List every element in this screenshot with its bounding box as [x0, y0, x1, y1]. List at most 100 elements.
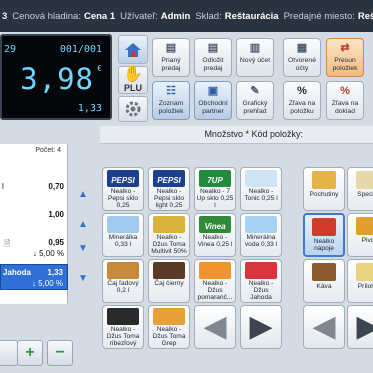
function-button[interactable]: ⇄ Presun položiek [326, 38, 364, 77]
function-button[interactable]: ☷ Zoznam položiek [152, 81, 190, 120]
percent-icon: % [297, 85, 307, 97]
receipt-row[interactable]: 🗎 0,95 ↓ 5,00 % [0, 238, 68, 262]
product-tile[interactable]: Minerálna voda 0,33 l [240, 213, 282, 257]
product-label: Nealko - [248, 188, 274, 195]
product-label: Nealko - [110, 188, 136, 195]
home-icon [125, 42, 141, 57]
product-tile[interactable]: Vinea Nealko - Vinea 0,25 l [194, 213, 236, 257]
product-prev-button[interactable]: ◀ [194, 305, 236, 349]
display-last-price: 1,33 [77, 103, 102, 114]
user-label: Užívateľ: [120, 10, 158, 22]
scroll-top-icon[interactable]: ▲ [76, 190, 90, 200]
function-button[interactable]: ▥ Nový účet [236, 38, 274, 77]
product-label: Čaj čierny [154, 280, 184, 287]
product-tile[interactable]: Nealko - Tonic 0,25 l [240, 167, 282, 211]
category-tile[interactable]: Pivo [347, 213, 373, 257]
function-label: Zoznam [158, 100, 184, 107]
plu-button[interactable]: ✋ PLU [118, 66, 148, 94]
receipt-row-discount: ↓ 5,00 % [31, 279, 63, 288]
function-button[interactable]: ▣ Obchodní partner [194, 81, 232, 120]
scroll-up-icon[interactable]: ▲ [76, 220, 90, 230]
product-label: voda 0,33 l [244, 241, 278, 248]
function-label: položku [290, 107, 314, 115]
product-image [107, 262, 139, 279]
product-label: Nealko - [202, 234, 228, 241]
product-image [245, 170, 277, 187]
increase-quantity-button[interactable]: + [17, 340, 43, 366]
product-label: Nealko - [156, 188, 182, 195]
product-image [153, 216, 185, 233]
product-label: 0,2 l [116, 287, 130, 294]
category-prev-button[interactable]: ◀ [303, 305, 345, 349]
category-label: Pochutiny [309, 191, 339, 198]
product-brand: Vinea [204, 222, 226, 231]
product-tile[interactable]: PEPSI Nealko - Pepsi sklo 0,25 [102, 167, 144, 211]
category-tile[interactable]: Káva [303, 259, 345, 303]
arrow-right-icon: ▶ [356, 310, 373, 343]
product-image: PEPSI [107, 170, 139, 187]
product-label: Džus Toma [106, 333, 140, 340]
product-label: Multivit 50% [151, 248, 187, 255]
user-value: Admin [160, 10, 191, 22]
category-tile[interactable]: Nealko nápoje [303, 213, 345, 257]
product-tile[interactable]: Nealko - Džus Jahoda [240, 259, 282, 303]
receipt-row[interactable]: 1,00 [0, 210, 68, 228]
function-label: doklad [334, 107, 356, 115]
settings-button[interactable] [118, 96, 148, 122]
product-tile[interactable]: 7UP Nealko - 7 Up sklo 0,25 l [194, 167, 236, 211]
product-label: Nealko - [156, 326, 182, 333]
function-button[interactable]: % Zľava na doklad [326, 81, 364, 120]
product-tile[interactable]: PEPSI Nealko - Pepsi sklo light 0,25 [148, 167, 190, 211]
function-label: Nový účet [239, 57, 271, 64]
function-button[interactable]: ▦ Otvorené účty [283, 38, 321, 77]
display-currency: € [97, 64, 102, 73]
warehouse-label: Sklad: [195, 10, 222, 22]
receipt-scrollbar[interactable]: ▲ ▲ ▼ ▼ [70, 144, 98, 304]
product-tile[interactable]: Nealko - Džus pomaranč... [194, 259, 236, 303]
product-next-button[interactable]: ▶ [240, 305, 282, 349]
product-tile[interactable]: Minerálka 0,33 l [102, 213, 144, 257]
receipt-row[interactable]: l 0,70 [0, 182, 68, 200]
category-image [312, 218, 336, 236]
product-brand: PEPSI [157, 176, 181, 185]
item-action-button[interactable] [0, 340, 18, 366]
product-label: Tonic 0,25 l [244, 195, 278, 202]
home-button[interactable] [118, 35, 148, 64]
function-button[interactable]: ▤ Prianý predaj [152, 38, 190, 77]
product-tile[interactable]: Nealko - Džus Toma Grep [148, 305, 190, 349]
product-label: Jahoda [250, 294, 272, 301]
price-level-value: Cena 1 [83, 10, 116, 22]
product-label: Nealko - [248, 280, 274, 287]
decrease-quantity-button[interactable]: − [47, 340, 73, 366]
product-image [153, 262, 185, 279]
product-label: pomaranč... [197, 294, 233, 301]
category-next-button[interactable]: ▶ [347, 305, 373, 349]
function-label: Zľava na [331, 100, 359, 107]
function-label: Prianý [161, 57, 181, 64]
move-items-icon: ⇄ [340, 42, 350, 54]
product-tile[interactable]: Čaj ľadový 0,2 l [102, 259, 144, 303]
category-tile[interactable]: Pochutiny [303, 167, 345, 211]
sales-point-label: Predajné miesto: [283, 10, 355, 22]
product-label: Up sklo 0,25 [196, 195, 234, 202]
category-label: Prílohy [357, 283, 373, 290]
pos-window: 3 Cenová hladina: Cena 1 Užívateľ: Admin… [0, 0, 373, 373]
scroll-bottom-icon[interactable]: ▼ [76, 274, 90, 284]
product-image [245, 262, 277, 279]
function-label: Grafický [242, 100, 268, 107]
product-tile[interactable]: Nealko - Džus Toma Multivit 50% [148, 213, 190, 257]
receipt-row-name: l [2, 182, 4, 191]
category-image [356, 171, 373, 189]
product-tile[interactable]: Čaj čierny [148, 259, 190, 303]
category-label: nápoje [314, 245, 334, 252]
receipt-row-selected[interactable]: Jahoda 1,33 ↓ 5,00 % [0, 264, 68, 290]
function-button[interactable]: ✎ Grafický prehľad [236, 81, 274, 120]
product-tile[interactable]: Nealko - Džus Toma ríbezľový [102, 305, 144, 349]
function-button[interactable]: % Zľava na položku [283, 81, 321, 120]
function-label: účty [295, 64, 309, 72]
gear-icon [125, 101, 141, 117]
category-tile[interactable]: Special [347, 167, 373, 211]
function-button[interactable]: ▤ Odložit predaj [194, 38, 232, 77]
category-tile[interactable]: Prílohy [347, 259, 373, 303]
scroll-down-icon[interactable]: ▼ [76, 244, 90, 254]
